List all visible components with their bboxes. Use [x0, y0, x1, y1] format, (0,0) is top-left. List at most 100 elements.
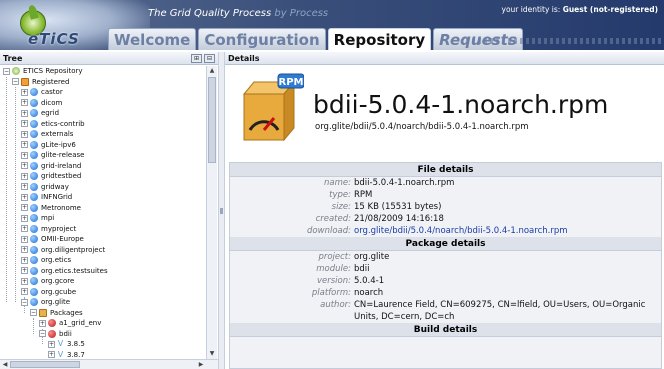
expand-icon[interactable]: + — [39, 319, 46, 327]
expand-icon[interactable]: + — [21, 151, 28, 159]
tree-module-item[interactable]: − bdii — [39, 329, 72, 339]
module-icon — [48, 319, 56, 327]
expand-icon[interactable]: + — [21, 88, 28, 96]
expand-icon[interactable]: + — [21, 109, 28, 117]
expand-icon[interactable]: + — [21, 288, 28, 295]
tree-node-label: glite-release — [41, 151, 85, 159]
expand-icon[interactable]: + — [48, 340, 55, 348]
tab-welcome[interactable]: Welcome — [108, 28, 197, 50]
tree-project-item[interactable]: + dicom — [21, 98, 62, 108]
collapse-icon[interactable]: − — [21, 298, 28, 306]
tree-project-item[interactable]: + externals — [21, 129, 73, 139]
row-value: org.glite — [354, 252, 390, 262]
tree-node-label: grid-ireland — [41, 161, 82, 170]
expand-icon[interactable]: + — [21, 120, 28, 127]
tree-project-item[interactable]: + Metronome — [21, 203, 81, 213]
tree-version-item[interactable]: + V 3.8.7 — [48, 350, 85, 360]
tree-root[interactable]: − ETICS Repository — [3, 66, 83, 76]
rpm-badge: RPM — [279, 77, 304, 88]
tree-node-label: 3.8.5 — [67, 340, 85, 348]
tree-node-label: gridtestbed — [41, 172, 82, 180]
tree-project-item[interactable]: + grid-ireland — [21, 161, 81, 171]
expand-icon[interactable]: + — [21, 183, 28, 190]
package-path: org.glite/bdii/5.0.4/noarch/bdii-5.0.4-1… — [315, 122, 529, 132]
expand-icon[interactable]: + — [21, 235, 28, 243]
tree-project-item[interactable]: + mpi — [21, 213, 54, 223]
expand-icon[interactable]: + — [21, 130, 28, 138]
scroll-right-icon[interactable]: ▶ — [196, 360, 206, 369]
repository-icon — [12, 67, 20, 75]
collapse-icon[interactable]: − — [12, 78, 19, 85]
tree-project-item[interactable]: + etics-contrib — [21, 119, 85, 129]
expand-icon[interactable]: + — [21, 246, 28, 253]
scroll-left-icon[interactable]: ◀ — [0, 360, 10, 369]
expand-icon[interactable]: + — [21, 214, 28, 222]
row-key: size: — [331, 202, 351, 212]
tree-node-label: org.etics.testsuites — [41, 266, 108, 275]
scroll-up-icon[interactable]: ▲ — [207, 66, 217, 76]
tree-node-packages[interactable]: − Packages — [30, 308, 83, 318]
project-icon — [30, 287, 38, 296]
collapse-icon[interactable]: − — [3, 67, 10, 75]
tree-project-item[interactable]: + gLite-ipv6 — [21, 140, 76, 150]
row-key: module: — [316, 264, 351, 274]
tree-project-item[interactable]: + INFNGrid — [21, 192, 72, 202]
project-icon — [30, 140, 38, 149]
tab-repository[interactable]: Repository — [327, 28, 432, 50]
tree-project-item[interactable]: + castor — [21, 87, 63, 97]
details-panel-title: Details — [225, 52, 664, 65]
tree-project-item[interactable]: + OMII-Europe — [21, 234, 84, 244]
project-icon — [30, 193, 38, 201]
expand-icon[interactable]: + — [48, 351, 55, 358]
download-link[interactable]: org.glite/bdii/5.0.4/noarch/bdii-5.0.4-1… — [354, 225, 568, 237]
tree-project-item[interactable]: + org.diligentproject — [21, 245, 105, 255]
scroll-h-thumb[interactable] — [10, 361, 80, 368]
tree-node-label: OMII-Europe — [41, 235, 84, 243]
tree-project-item[interactable]: + org.gcore — [21, 276, 74, 286]
rpm-package-icon: RPM — [242, 73, 304, 142]
collapse-icon[interactable]: − — [30, 309, 37, 316]
row-key: author: — [320, 300, 351, 310]
tree-project-item[interactable]: + org.etics — [21, 255, 71, 265]
expand-icon[interactable]: + — [21, 172, 28, 180]
tree-project-item[interactable]: + myproject — [21, 224, 76, 234]
project-icon — [30, 214, 38, 222]
tree-node-label: gridway — [41, 182, 69, 191]
pkg-row-project: project: org.glite — [230, 251, 661, 263]
tree-project-item[interactable]: + glite-release — [21, 150, 84, 160]
expand-all-icon[interactable]: ⊞ — [191, 54, 202, 63]
scroll-down-icon[interactable]: ▼ — [207, 349, 217, 359]
tree-project-item[interactable]: + egrid — [21, 108, 59, 118]
tab-configuration[interactable]: Configuration — [198, 28, 326, 50]
tree-node-label: org.diligentproject — [41, 245, 106, 254]
tree-node-label: gLite-ipv6 — [41, 140, 76, 149]
expand-icon[interactable]: + — [21, 225, 28, 232]
tree-node-label: org.etics — [41, 256, 72, 264]
scroll-thumb[interactable] — [208, 77, 216, 163]
tree-module-item[interactable]: + a1_grid_env — [39, 318, 101, 328]
tree-project-item[interactable]: + gridtestbed — [21, 171, 81, 181]
expand-icon[interactable]: + — [21, 277, 28, 285]
tree-project-item[interactable]: + org.etics.testsuites — [21, 266, 108, 276]
tree-horizontal-scrollbar[interactable]: ◀ ▶ — [0, 359, 218, 369]
tree-node-registered[interactable]: − Registered — [12, 77, 69, 87]
project-icon — [30, 235, 38, 243]
expand-icon[interactable]: + — [21, 141, 28, 148]
expand-icon[interactable]: + — [21, 204, 28, 211]
tree-guide-line — [6, 76, 7, 302]
project-icon — [30, 266, 38, 275]
collapse-icon[interactable]: − — [39, 330, 46, 337]
project-icon — [30, 256, 38, 264]
panel-splitter[interactable] — [218, 52, 225, 369]
expand-icon[interactable]: + — [21, 256, 28, 264]
collapse-all-icon[interactable]: ⊟ — [204, 54, 215, 63]
expand-icon[interactable]: + — [21, 193, 28, 201]
tree-project-item[interactable]: + org.gcube — [21, 287, 76, 297]
expand-icon[interactable]: + — [21, 99, 28, 106]
expand-icon[interactable]: + — [21, 267, 28, 274]
tree-project-item[interactable]: + gridway — [21, 182, 69, 192]
tree-version-item[interactable]: + V 3.8.5 — [48, 339, 85, 349]
tree-project-item[interactable]: − org.glite — [21, 297, 70, 307]
expand-icon[interactable]: + — [21, 162, 28, 169]
tree-vertical-scrollbar[interactable]: ▲ ▼ — [206, 66, 217, 359]
